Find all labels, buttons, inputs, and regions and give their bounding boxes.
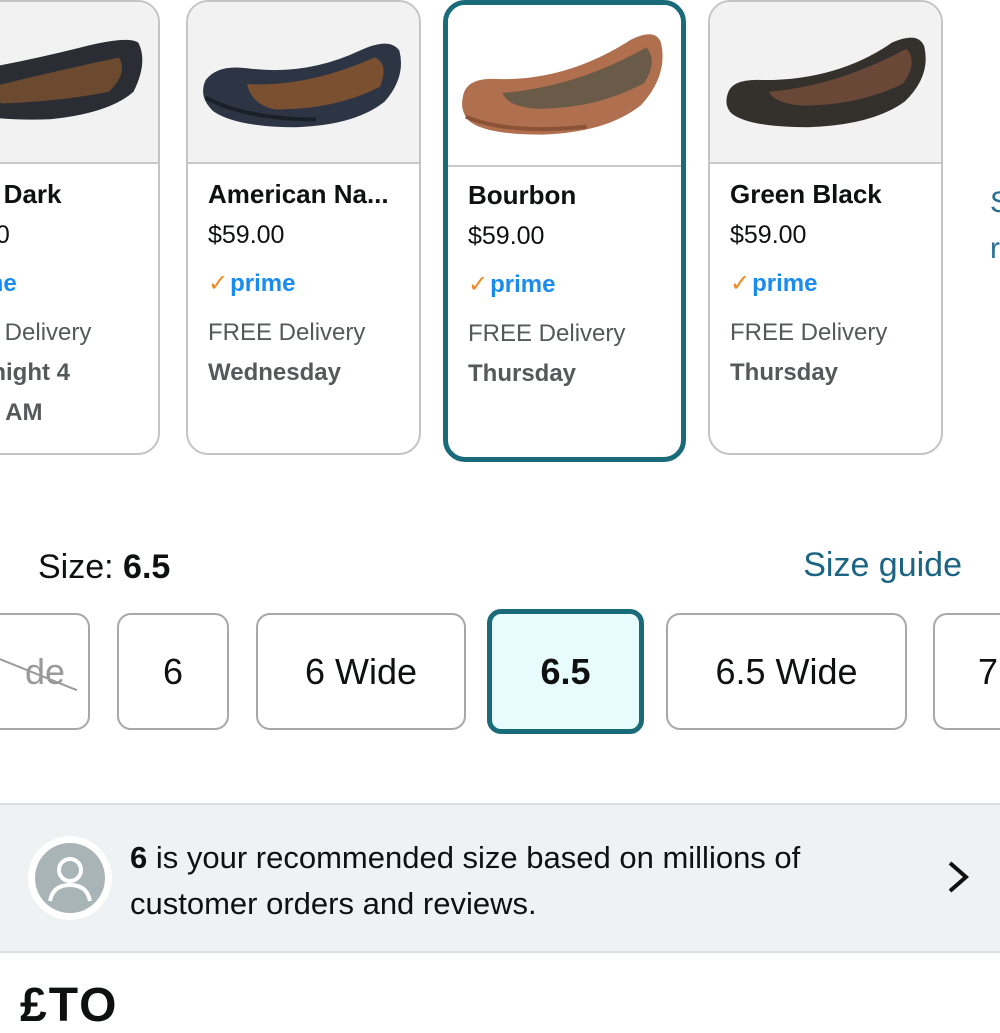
- swatch-card-bourbon[interactable]: Bourbon $59.00 ✓prime FREE Delivery Thur…: [443, 0, 686, 462]
- prime-check-icon: ✓: [730, 270, 751, 297]
- delivery-label: FREE Delivery: [468, 320, 626, 347]
- shoe-illustration: [462, 34, 663, 135]
- swatch-name: Green Black: [730, 179, 882, 209]
- shoe-image: [188, 2, 419, 164]
- selected-size-value: 6.5: [123, 548, 171, 586]
- size-label: Size: 6.5: [38, 548, 171, 586]
- delivery-day: Thursday: [730, 359, 839, 386]
- see-more-link-fragment[interactable]: S: [990, 186, 1000, 220]
- delivery-label: E Delivery: [0, 319, 92, 346]
- person-icon: [28, 836, 112, 920]
- shoe-illustration: [203, 43, 402, 128]
- swatch-price: $59.00: [208, 221, 285, 249]
- swatch-card-black-dark[interactable]: k Dark 00 me E Delivery rnight 4 8 AM: [0, 0, 160, 455]
- size-option-6-5[interactable]: 6.5: [487, 609, 644, 734]
- prime-check-icon: ✓: [208, 270, 229, 297]
- recommendation-text: 6 is your recommended size based on mill…: [130, 840, 801, 921]
- prime-badge: ✓prime: [730, 270, 818, 297]
- see-more-link-fragment-2[interactable]: r: [990, 232, 1000, 266]
- recommended-size: 6: [130, 840, 148, 875]
- swatch-name: American Na...: [208, 179, 389, 209]
- swatch-card-american-navy[interactable]: American Na... $59.00 ✓prime FREE Delive…: [186, 0, 421, 455]
- shoe-image: [448, 5, 681, 167]
- size-guide-link[interactable]: Size guide: [803, 546, 962, 585]
- size-option-6-wide[interactable]: 6 Wide: [256, 613, 466, 730]
- delivery-label: FREE Delivery: [208, 319, 366, 346]
- shoe-illustration: [726, 37, 926, 128]
- swatch-name: Bourbon: [468, 180, 577, 210]
- delivery-day: rnight 4: [0, 359, 70, 386]
- delivery-time: 8 AM: [0, 399, 43, 426]
- shoe-illustration: [0, 39, 143, 120]
- size-option-7[interactable]: 7: [933, 613, 1000, 730]
- swatch-name: k Dark: [0, 179, 62, 209]
- swatch-price: $59.00: [468, 222, 545, 250]
- size-option-6[interactable]: 6: [117, 613, 229, 730]
- size-option-6-5-wide[interactable]: 6.5 Wide: [666, 613, 907, 730]
- size-option-unavailable[interactable]: de: [0, 613, 90, 730]
- shoe-image: [710, 2, 941, 164]
- prime-check-icon: ✓: [468, 271, 489, 298]
- swatch-price: $59.00: [730, 221, 807, 249]
- delivery-label: FREE Delivery: [730, 319, 888, 346]
- chevron-right-icon[interactable]: [938, 857, 978, 897]
- swatch-price: 00: [0, 215, 148, 255]
- size-recommendation-banner[interactable]: 6 is your recommended size based on mill…: [0, 803, 1000, 953]
- prime-badge: ✓prime: [208, 270, 296, 297]
- swatch-card-green-black[interactable]: Green Black $59.00 ✓prime FREE Delivery …: [708, 0, 943, 455]
- prime-badge: ✓prime: [468, 271, 556, 298]
- shoe-image: [0, 2, 158, 164]
- prime-badge: me: [0, 270, 17, 297]
- delivery-day: Thursday: [468, 360, 577, 387]
- next-section-fragment: £TO: [20, 979, 119, 1032]
- delivery-day: Wednesday: [208, 359, 341, 386]
